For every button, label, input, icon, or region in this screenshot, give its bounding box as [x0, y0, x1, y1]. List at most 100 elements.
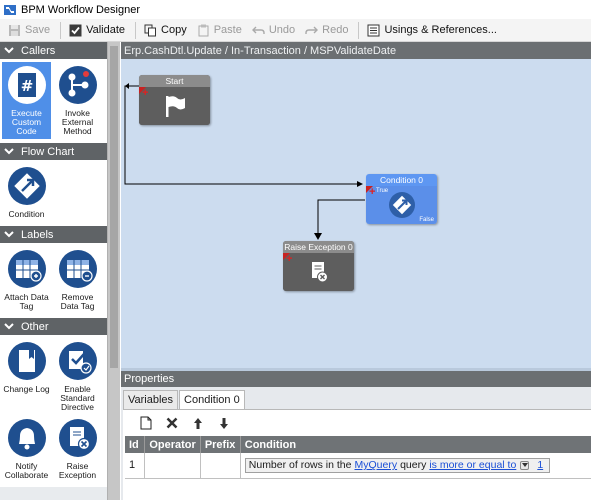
tool-execute-custom-code[interactable]: # Execute Custom Code	[2, 62, 51, 139]
bell-icon	[7, 419, 46, 457]
properties-tabs: Variables Condition 0	[123, 390, 246, 409]
svg-text:#: #	[20, 77, 33, 95]
breadcrumb: Erp.CashDtl.Update / In-Transaction / MS…	[121, 42, 591, 59]
undo-button[interactable]: Undo	[249, 21, 300, 40]
copy-button[interactable]: Copy	[141, 21, 192, 40]
node-body: +	[283, 253, 354, 291]
toolbar-separator	[135, 21, 137, 39]
new-row-button[interactable]	[137, 414, 155, 432]
section-body-flow-chart: Condition	[0, 160, 107, 226]
chevron-down-icon	[4, 148, 14, 155]
table-header-row: Id Operator Prefix Condition	[125, 436, 591, 453]
comparison-link[interactable]: is more or equal to	[429, 459, 516, 471]
toolbar-separator	[358, 21, 360, 39]
true-branch-label: True	[376, 188, 389, 194]
move-up-button[interactable]	[189, 414, 207, 432]
tool-invoke-external-method[interactable]: Invoke External Method	[53, 62, 102, 139]
column-header-condition[interactable]: Condition	[240, 436, 591, 453]
tool-enable-standard-directive[interactable]: Enable Standard Directive	[53, 338, 102, 415]
validate-icon	[69, 24, 82, 36]
section-header-flow-chart[interactable]: Flow Chart	[0, 143, 107, 160]
exception-icon	[58, 419, 97, 457]
tool-label: Execute Custom Code	[11, 108, 42, 136]
cell-operator[interactable]	[144, 453, 201, 479]
palette-scrollbar-thumb[interactable]	[110, 46, 118, 368]
remove-tag-icon	[58, 250, 97, 288]
validate-button[interactable]: Validate	[66, 21, 130, 40]
paste-label: Paste	[213, 24, 242, 36]
paste-icon	[198, 24, 209, 36]
raise-exception-node[interactable]: Raise Exception 0 +	[283, 241, 354, 291]
condition-node[interactable]: Condition 0 + True False	[366, 174, 437, 224]
new-document-icon	[140, 416, 152, 430]
palette-scrollbar[interactable]	[107, 42, 120, 500]
column-header-id[interactable]: Id	[125, 436, 146, 453]
add-icon[interactable]: +	[369, 187, 375, 198]
arrow-up-icon	[194, 417, 202, 429]
redo-button[interactable]: Redo	[302, 21, 353, 40]
properties-panel: Variables Condition 0 Id Operator Prefix…	[121, 387, 591, 500]
node-title: Start	[139, 75, 210, 87]
move-down-button[interactable]	[215, 414, 233, 432]
save-label: Save	[25, 24, 51, 36]
redo-label: Redo	[322, 24, 349, 36]
save-icon	[9, 24, 20, 36]
conditions-table: Id Operator Prefix Condition 1 Number of…	[125, 436, 591, 479]
tab-variables[interactable]: Variables	[123, 390, 179, 409]
condition-icon	[7, 167, 46, 205]
usings-icon	[367, 24, 380, 36]
query-link[interactable]: MyQuery	[354, 459, 397, 471]
section-body-other: Change Log Enable Standard Directive Not…	[0, 335, 107, 487]
section-header-other[interactable]: Other	[0, 318, 107, 335]
title-bar: BPM Workflow Designer	[0, 0, 591, 19]
add-icon[interactable]: +	[142, 88, 148, 99]
tool-notify-collaborate[interactable]: Notify Collaborate	[2, 415, 51, 483]
section-header-callers[interactable]: Callers	[0, 42, 107, 59]
activity-palette: Callers # Execute Custom Code Invoke Ext…	[0, 42, 107, 500]
condition-toolbar	[123, 410, 591, 436]
tool-label: Notify Collaborate	[4, 461, 49, 480]
node-body: +	[139, 87, 210, 125]
app-icon	[4, 4, 16, 15]
comparison-dropdown[interactable]	[520, 460, 530, 470]
tool-label: Remove Data Tag	[60, 292, 95, 311]
toolbar-separator	[60, 21, 62, 39]
delete-icon	[166, 417, 178, 429]
save-button[interactable]: Save	[5, 21, 55, 40]
redo-icon	[305, 26, 319, 34]
add-icon[interactable]: +	[286, 254, 292, 265]
flag-icon	[165, 96, 185, 117]
section-body-labels: Attach Data Tag Remove Data Tag	[0, 243, 107, 318]
column-header-prefix[interactable]: Prefix	[200, 436, 241, 453]
chevron-down-icon	[4, 231, 14, 238]
tool-change-log[interactable]: Change Log	[2, 338, 51, 415]
tool-label: Change Log	[3, 384, 50, 394]
usings-references-button[interactable]: Usings & References...	[364, 21, 502, 40]
table-row[interactable]: 1 Number of rows in the MyQuery query is…	[125, 453, 591, 479]
tool-label: Raise Exception	[58, 461, 97, 480]
column-header-operator[interactable]: Operator	[144, 436, 201, 453]
paste-button[interactable]: Paste	[194, 21, 247, 40]
window-title: BPM Workflow Designer	[21, 3, 140, 16]
tab-condition-0[interactable]: Condition 0	[179, 390, 245, 409]
value-link[interactable]: 1	[537, 459, 543, 471]
copy-label: Copy	[161, 24, 187, 36]
tool-attach-data-tag[interactable]: Attach Data Tag	[2, 246, 51, 314]
section-title: Other	[21, 320, 49, 333]
delete-row-button[interactable]	[163, 414, 181, 432]
network-icon	[58, 66, 97, 104]
copy-icon	[144, 24, 157, 36]
condition-icon	[388, 192, 415, 218]
tool-raise-exception[interactable]: Raise Exception	[53, 415, 102, 483]
exception-icon	[311, 262, 328, 283]
usings-label: Usings & References...	[384, 24, 497, 36]
cell-condition: Number of rows in the MyQuery query is m…	[240, 453, 591, 479]
start-node[interactable]: Start +	[139, 75, 210, 125]
tool-condition[interactable]: Condition	[2, 163, 51, 222]
section-header-labels[interactable]: Labels	[0, 226, 107, 243]
workflow-canvas[interactable]: Start + Condition 0 + True False Raise E…	[121, 59, 591, 368]
tool-remove-data-tag[interactable]: Remove Data Tag	[53, 246, 102, 314]
tool-label: Invoke External Method	[61, 108, 94, 136]
section-body-callers: # Execute Custom Code Invoke External Me…	[0, 59, 107, 143]
cell-prefix[interactable]	[200, 453, 241, 479]
